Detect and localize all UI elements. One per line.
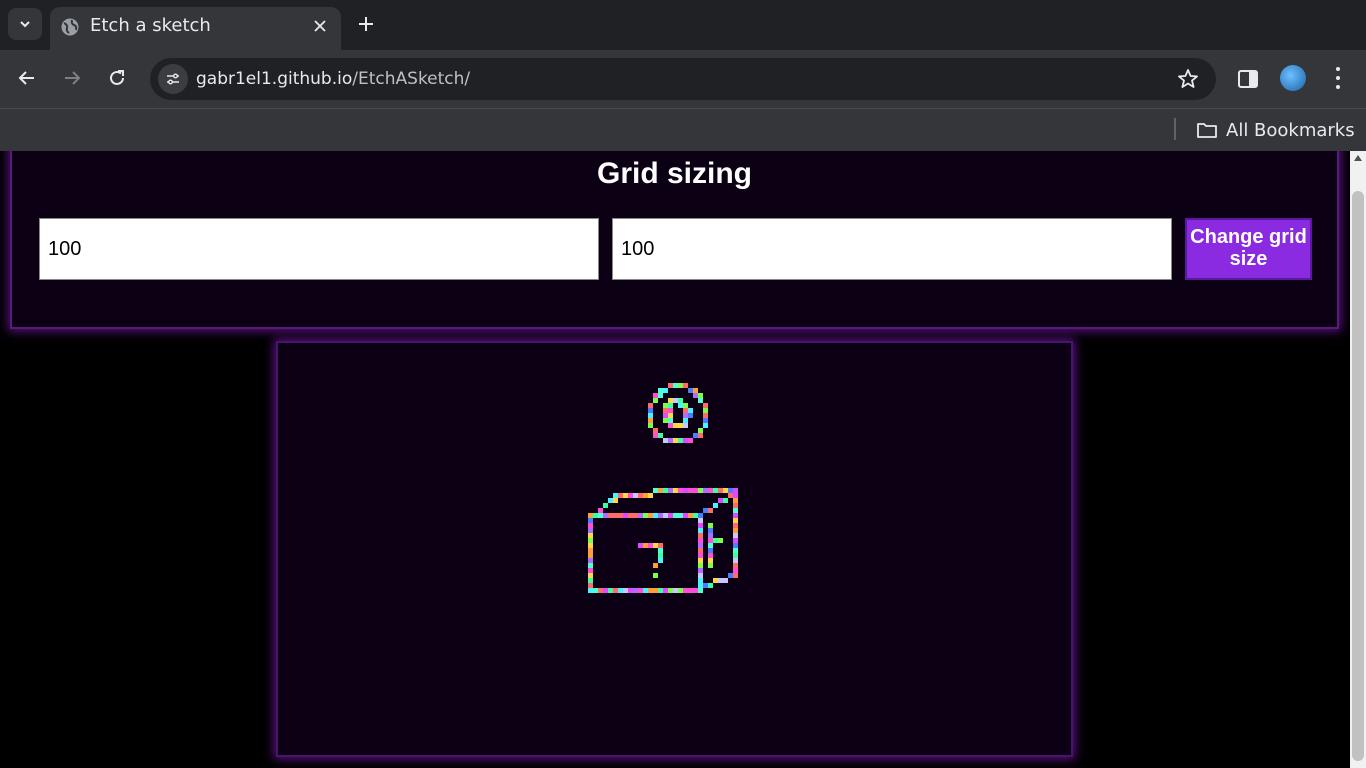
forward-icon [65, 71, 81, 85]
plus-icon [359, 17, 373, 31]
scroll-thumb[interactable] [1352, 191, 1364, 761]
site-info-icon [167, 73, 179, 85]
close-icon[interactable] [309, 15, 331, 37]
side-panel-icon[interactable] [1236, 67, 1260, 91]
sketch-canvas[interactable] [276, 341, 1073, 757]
active-tab[interactable]: Etch a sketch [50, 7, 341, 50]
url-path: /EtchASketch/ [352, 69, 471, 89]
address-bar[interactable]: gabr1el1.github.io/EtchASketch/ [150, 58, 1216, 100]
change-grid-size-button[interactable]: Change grid size [1185, 218, 1312, 280]
all-bookmarks-button[interactable]: All Bookmarks [1196, 116, 1355, 144]
back-button[interactable] [10, 61, 44, 95]
star-icon[interactable] [1176, 67, 1200, 91]
tab-title: Etch a sketch [90, 15, 211, 36]
tab-strip: Etch a sketch [0, 0, 1366, 50]
page-title: Grid sizing [596, 157, 752, 190]
page-viewport: Grid sizing Change grid size [0, 151, 1350, 768]
rows-input[interactable] [39, 218, 599, 280]
url-host: gabr1el1.github.io [196, 69, 353, 89]
sketch-drawing [588, 383, 738, 593]
back-icon [18, 71, 34, 85]
tab-search-button[interactable] [8, 8, 42, 40]
forward-button[interactable] [55, 61, 89, 95]
scrollbar[interactable] [1350, 151, 1366, 768]
all-bookmarks-label: All Bookmarks [1226, 119, 1355, 141]
grid-sizing-panel: Grid sizing Change grid size [10, 151, 1339, 329]
reload-button[interactable] [100, 61, 134, 95]
menu-icon[interactable] [1326, 65, 1350, 91]
site-info-button[interactable] [158, 64, 188, 94]
browser-toolbar: gabr1el1.github.io/EtchASketch/ [0, 50, 1366, 108]
scroll-up-icon[interactable] [1354, 155, 1362, 161]
bookmarks-divider [1174, 118, 1176, 140]
globe-icon [61, 18, 79, 36]
reload-icon [110, 70, 124, 85]
chevron-down-icon [20, 21, 30, 28]
url-text: gabr1el1.github.io/EtchASketch/ [196, 69, 470, 89]
folder-icon [1197, 123, 1217, 138]
cols-input[interactable] [612, 218, 1172, 280]
avatar[interactable] [1280, 65, 1306, 91]
bookmarks-bar: All Bookmarks [0, 108, 1366, 151]
new-tab-button[interactable] [352, 10, 380, 38]
